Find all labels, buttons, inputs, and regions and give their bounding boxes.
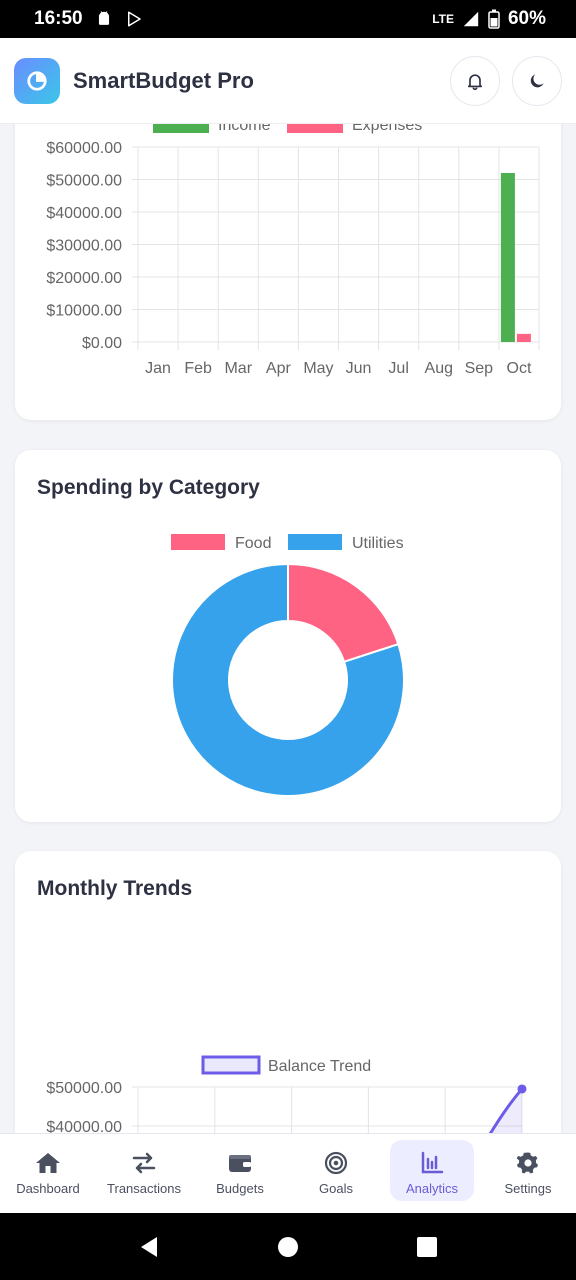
home-icon — [36, 1153, 60, 1173]
slice-food — [287, 562, 400, 664]
spending-category-card: Spending by Category Food Utilities — [15, 450, 561, 822]
home-circle-icon[interactable] — [275, 1234, 301, 1260]
legend-label: Expenses — [352, 124, 422, 134]
recents-icon[interactable] — [414, 1234, 440, 1260]
legend-swatch — [153, 124, 209, 133]
battery-percent: 60% — [507, 8, 546, 29]
status-bar: 16:50 LTE 60% — [0, 0, 576, 38]
x-tick-label: Jul — [388, 360, 408, 377]
network-label: LTE — [432, 12, 454, 26]
nav-label: Budgets — [216, 1181, 264, 1196]
nav-goals[interactable]: Goals — [288, 1134, 384, 1213]
nav-budgets[interactable]: Budgets — [192, 1134, 288, 1213]
transfer-icon — [132, 1152, 156, 1174]
pie-chart-icon — [27, 70, 47, 91]
y-tick-label: $30000.00 — [46, 238, 122, 255]
x-tick-label: Oct — [507, 360, 532, 377]
x-tick-label: Mar — [224, 360, 252, 377]
legend-swatch — [171, 534, 225, 550]
legend-label: Food — [235, 535, 271, 552]
battery-icon — [488, 9, 500, 29]
app-logo — [14, 57, 60, 104]
nav-settings[interactable]: Settings — [480, 1134, 576, 1213]
app-title: SmartBudget Pro — [73, 67, 254, 93]
legend-label: Utilities — [352, 535, 404, 552]
nav-dashboard[interactable]: Dashboard — [0, 1134, 96, 1213]
y-tick-label: $50000.00 — [46, 173, 122, 190]
android-icon — [98, 11, 109, 25]
gear-icon — [516, 1152, 538, 1174]
income-expense-card: Income Expenses $60000.00 $50000.00 $40000.0… — [15, 124, 561, 420]
x-tick-label: Jun — [346, 360, 372, 377]
spending-category-chart: Food Utilities — [171, 534, 405, 797]
x-tick-label: Jan — [145, 360, 171, 377]
theme-toggle-button[interactable] — [512, 55, 562, 106]
play-store-icon — [127, 11, 141, 27]
nav-transactions[interactable]: Transactions — [96, 1134, 192, 1213]
y-tick-label: $0.00 — [82, 335, 122, 352]
nav-label: Goals — [319, 1181, 353, 1196]
bottom-navigation: Dashboard Transactions Budgets Goals Ana… — [0, 1133, 576, 1213]
y-tick-label: $60000.00 — [46, 140, 122, 157]
android-navigation-bar — [0, 1213, 576, 1280]
bar-expenses-oct — [516, 333, 531, 342]
y-tick-label: $10000.00 — [46, 303, 122, 320]
y-tick-label: $40000.00 — [46, 1119, 122, 1133]
status-time: 16:50 — [34, 8, 83, 29]
back-icon[interactable] — [136, 1234, 162, 1260]
target-icon — [324, 1151, 348, 1175]
monthly-trends-card: Monthly Trends Balance Trend $50000.00 $40… — [15, 851, 561, 1133]
nav-analytics[interactable]: Analytics — [384, 1134, 480, 1213]
legend-swatch — [287, 124, 343, 133]
nav-label: Analytics — [405, 1181, 459, 1196]
notifications-button[interactable] — [450, 55, 500, 106]
x-tick-label: Sep — [465, 360, 494, 377]
trend-point — [517, 1084, 527, 1094]
app-header: SmartBudget Pro — [0, 38, 576, 124]
bar-income-oct — [500, 173, 515, 342]
nav-label: Dashboard — [16, 1181, 80, 1196]
y-tick-label: $50000.00 — [46, 1080, 122, 1097]
x-tick-label: Feb — [184, 360, 212, 377]
signal-icon — [463, 11, 479, 27]
x-tick-label: Aug — [425, 360, 453, 377]
wallet-icon — [229, 1155, 251, 1172]
legend-swatch — [288, 534, 342, 550]
y-tick-label: $20000.00 — [46, 270, 122, 287]
legend-label: Income — [218, 124, 271, 134]
legend-label: Balance Trend — [268, 1058, 371, 1075]
moon-icon — [530, 73, 544, 87]
bell-icon — [467, 73, 483, 90]
legend-swatch — [201, 1055, 261, 1075]
x-tick-label: Apr — [266, 360, 292, 377]
nav-label: Settings — [504, 1181, 552, 1196]
analytics-scroll-area[interactable]: Income Expenses $60000.00 $50000.00 $40000.0… — [0, 124, 576, 1133]
x-tick-label: May — [303, 360, 333, 377]
nav-label: Transactions — [107, 1181, 181, 1196]
monthly-trends-chart: Balance Trend$50000.00$40000.00$30000.00… — [46, 1055, 527, 1133]
y-tick-label: $40000.00 — [46, 205, 122, 222]
chart-icon — [421, 1151, 444, 1174]
income-expense-chart: Income Expenses $60000.00 $50000.00 $40000.0… — [46, 124, 540, 377]
